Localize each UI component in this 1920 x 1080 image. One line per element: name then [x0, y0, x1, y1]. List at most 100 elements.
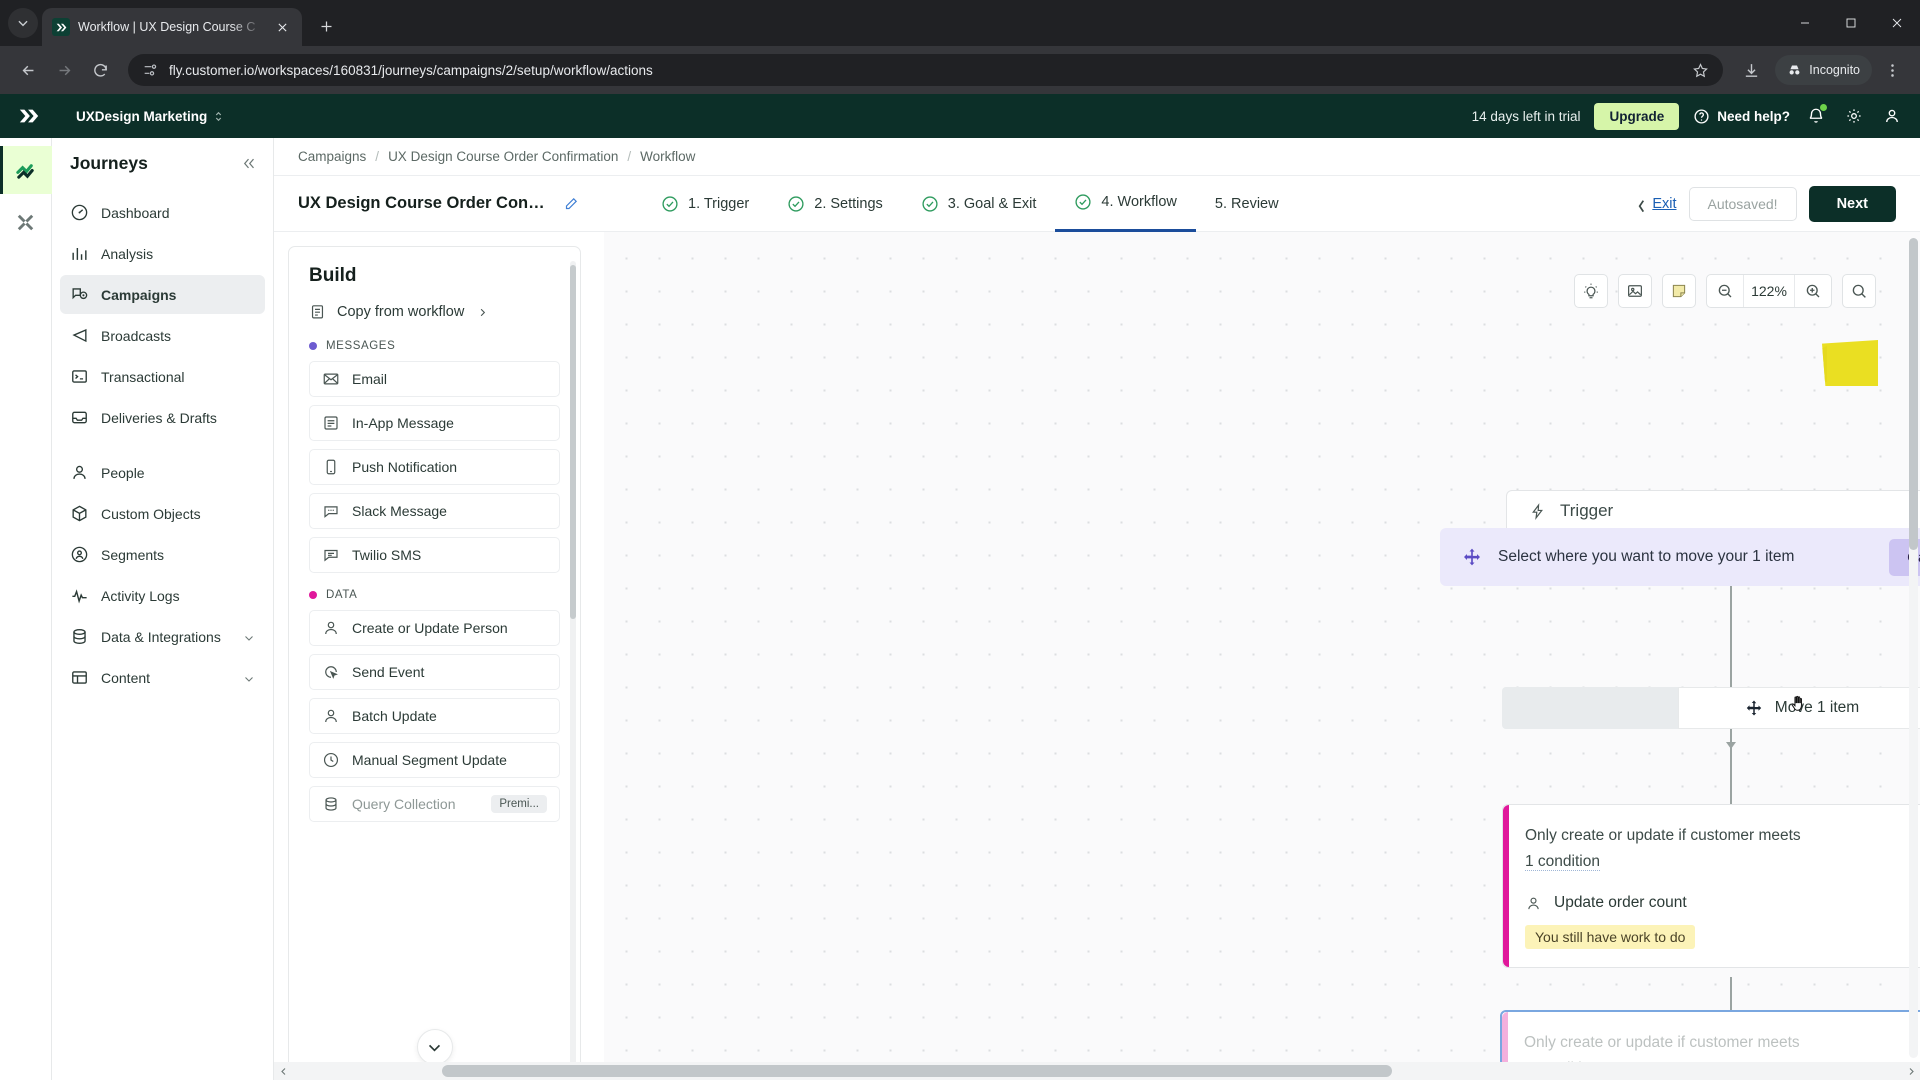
- collapse-sidebar-button[interactable]: [237, 152, 259, 174]
- sidebar-item-dashboard[interactable]: Dashboard: [60, 193, 265, 232]
- zoom-out-icon[interactable]: [1707, 275, 1743, 307]
- build-block-twilio-sms[interactable]: Twilio SMS: [309, 537, 560, 573]
- bookmark-star-icon[interactable]: [1692, 62, 1709, 79]
- sidebar-item-people[interactable]: People: [60, 453, 265, 492]
- browser-menu-icon[interactable]: [1876, 54, 1908, 86]
- check-circle-icon: [921, 195, 939, 213]
- scroll-right-icon[interactable]: [1902, 1062, 1920, 1080]
- build-block-send-event[interactable]: Send Event: [309, 654, 560, 690]
- sticky-note-icon[interactable]: [1822, 340, 1878, 386]
- next-button[interactable]: Next: [1808, 185, 1896, 222]
- window-controls: [1782, 0, 1920, 46]
- scroll-left-icon[interactable]: [274, 1062, 292, 1080]
- tab-label: 5. Review: [1214, 195, 1279, 212]
- clipboard-icon: [309, 303, 326, 320]
- build-block-slack-message[interactable]: Slack Message: [309, 493, 560, 529]
- notifications-button[interactable]: [1804, 104, 1828, 128]
- settings-button[interactable]: [1842, 104, 1866, 128]
- need-help-button[interactable]: Need help?: [1693, 108, 1790, 125]
- rail-item-journeys[interactable]: [0, 146, 52, 194]
- move-arrows-icon: [1462, 547, 1482, 567]
- canvas-vertical-scroll-thumb[interactable]: [1909, 238, 1918, 550]
- bar-chart-icon: [70, 244, 89, 263]
- build-panel-scrollbar[interactable]: [570, 261, 576, 1065]
- sidebar-item-custom-objects[interactable]: Custom Objects: [60, 494, 265, 533]
- upgrade-button[interactable]: Upgrade: [1594, 102, 1680, 130]
- maximize-icon[interactable]: [1828, 0, 1874, 46]
- build-block-manual-segment-update[interactable]: Manual Segment Update: [309, 742, 560, 778]
- tab-review[interactable]: 5. Review: [1196, 176, 1298, 232]
- node-warning-chip: You still have work to do: [1525, 925, 1696, 950]
- tab-search-icon[interactable]: [8, 8, 38, 38]
- canvas-hscroll-track[interactable]: [292, 1062, 1902, 1080]
- build-show-more-button[interactable]: [416, 1029, 453, 1065]
- node-condition-link[interactable]: 1 condition: [1525, 852, 1600, 871]
- exit-button[interactable]: Exit: [1636, 196, 1677, 212]
- tab-settings[interactable]: 2. Settings: [768, 176, 902, 232]
- tab-goal-exit[interactable]: 3. Goal & Exit: [902, 176, 1056, 232]
- breadcrumb: Campaigns / UX Design Course Order Confi…: [274, 138, 1920, 176]
- breadcrumb-campaign[interactable]: UX Design Course Order Confirmation: [388, 149, 618, 164]
- chevron-double-left-icon: [243, 158, 254, 168]
- workflow-canvas[interactable]: Trigger +1 filter Select where you want …: [604, 232, 1920, 1080]
- zoom-level-value[interactable]: 122%: [1743, 275, 1795, 307]
- sidebar-item-data-integrations[interactable]: Data & Integrations: [60, 617, 265, 656]
- sidebar-item-campaigns[interactable]: Campaigns: [60, 275, 265, 314]
- build-block-email[interactable]: Email: [309, 361, 560, 397]
- close-icon[interactable]: [272, 17, 292, 37]
- reload-icon[interactable]: [84, 54, 116, 86]
- lightbulb-icon[interactable]: [1574, 274, 1608, 308]
- build-panel-scroll-thumb[interactable]: [570, 265, 576, 619]
- move-drop-slot[interactable]: Move 1 item: [1502, 687, 1920, 729]
- user-avatar-button[interactable]: [1880, 104, 1904, 128]
- campaign-icon: [70, 285, 89, 304]
- note-icon[interactable]: [1662, 274, 1696, 308]
- database-icon: [70, 627, 89, 646]
- downloads-icon[interactable]: [1735, 54, 1767, 86]
- canvas-horizontal-scroll-thumb[interactable]: [442, 1065, 1392, 1077]
- sidebar-item-transactional[interactable]: Transactional: [60, 357, 265, 396]
- build-panel: Build Copy from workflow MESSAGES Email …: [288, 246, 581, 1080]
- pulse-icon: [70, 586, 89, 605]
- sidebar-item-broadcasts[interactable]: Broadcasts: [60, 316, 265, 355]
- image-icon[interactable]: [1618, 274, 1652, 308]
- sidebar-item-activity-logs[interactable]: Activity Logs: [60, 576, 265, 615]
- customerio-logo-icon[interactable]: [16, 103, 42, 129]
- minimize-icon[interactable]: [1782, 0, 1828, 46]
- sidebar-item-label: Activity Logs: [101, 587, 180, 604]
- rail-item-data[interactable]: [0, 198, 52, 246]
- canvas-vertical-scrollbar[interactable]: [1909, 238, 1918, 1058]
- sms-bubble-icon: [322, 546, 340, 564]
- new-tab-button[interactable]: [312, 12, 340, 40]
- workflow-node-create-update-1[interactable]: Only create or update if customer meets …: [1502, 804, 1920, 969]
- build-block-query-collection[interactable]: Query Collection Premi...: [309, 786, 560, 822]
- search-icon[interactable]: [1842, 274, 1876, 308]
- sidebar-item-deliveries-drafts[interactable]: Deliveries & Drafts: [60, 398, 265, 437]
- browser-tab[interactable]: Workflow | UX Design Course C: [42, 8, 302, 46]
- build-block-push-notification[interactable]: Push Notification: [309, 449, 560, 485]
- sidebar-item-content[interactable]: Content: [60, 658, 265, 697]
- sidebar-item-analysis[interactable]: Analysis: [60, 234, 265, 273]
- canvas-horizontal-scrollbar[interactable]: [274, 1062, 1920, 1080]
- site-settings-icon[interactable]: [142, 62, 158, 78]
- node-action-row: Update order count: [1525, 894, 1920, 912]
- tab-workflow[interactable]: 4. Workflow: [1055, 176, 1196, 232]
- zoom-in-icon[interactable]: [1795, 275, 1831, 307]
- connector-trigger-to-slot: [1730, 584, 1732, 690]
- build-block-create-or-update-person[interactable]: Create or Update Person: [309, 610, 560, 646]
- address-bar[interactable]: fly.customer.io/workspaces/160831/journe…: [128, 54, 1724, 86]
- build-block-batch-update[interactable]: Batch Update: [309, 698, 560, 734]
- close-window-icon[interactable]: [1874, 0, 1920, 46]
- copy-from-workflow-button[interactable]: Copy from workflow: [289, 303, 580, 320]
- edit-pencil-icon[interactable]: [562, 195, 580, 213]
- back-icon[interactable]: [12, 54, 44, 86]
- breadcrumb-campaigns[interactable]: Campaigns: [298, 149, 366, 164]
- drop-slot-label: Move 1 item: [1774, 699, 1860, 716]
- incognito-indicator[interactable]: Incognito: [1775, 55, 1872, 85]
- tab-trigger[interactable]: 1. Trigger: [642, 176, 768, 232]
- workspace-selector[interactable]: UXDesign Marketing: [76, 109, 223, 124]
- build-block-in-app-message[interactable]: In-App Message: [309, 405, 560, 441]
- segment-icon: [70, 545, 89, 564]
- sidebar-item-segments[interactable]: Segments: [60, 535, 265, 574]
- build-block-label: Email: [352, 371, 388, 387]
